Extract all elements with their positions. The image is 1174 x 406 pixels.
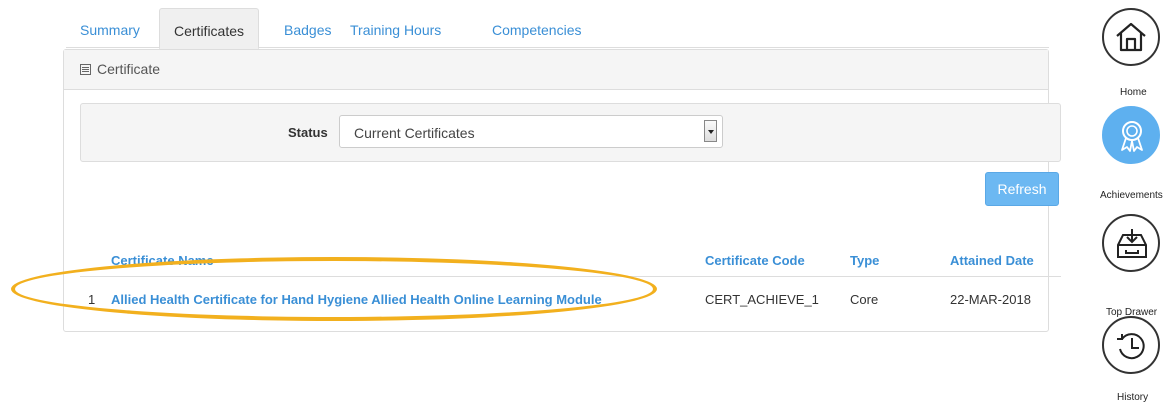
sidebar-item-achievements[interactable]: Achievements xyxy=(1100,106,1174,201)
home-icon xyxy=(1102,8,1160,66)
award-ribbon-icon xyxy=(1102,106,1160,164)
certificate-name-link[interactable]: Allied Health Certificate for Hand Hygie… xyxy=(111,292,602,307)
chevron-down-icon[interactable] xyxy=(704,120,717,142)
tab-summary[interactable]: Summary xyxy=(66,8,154,46)
column-header-certificate-name[interactable]: Certificate Name xyxy=(111,253,214,268)
column-header-certificate-code[interactable]: Certificate Code xyxy=(705,253,805,268)
sidebar-label-history: History xyxy=(1117,392,1149,403)
sidebar-item-home[interactable]: Home xyxy=(1102,8,1174,100)
header-divider xyxy=(80,276,1061,277)
tab-competencies[interactable]: Competencies xyxy=(478,8,596,46)
history-clock-icon xyxy=(1102,316,1160,374)
document-icon xyxy=(80,64,91,75)
column-header-type[interactable]: Type xyxy=(850,253,879,268)
sidebar-label-home: Home xyxy=(1120,87,1147,98)
tab-badges[interactable]: Badges xyxy=(270,8,345,46)
refresh-button[interactable]: Refresh xyxy=(985,172,1059,206)
certificate-panel: Certificate Status Current Certificates … xyxy=(63,49,1061,332)
attained-date: 22-MAR-2018 xyxy=(950,292,1031,307)
certificate-code: CERT_ACHIEVE_1 xyxy=(705,292,819,307)
sidebar-item-top-drawer[interactable]: Top Drawer xyxy=(1102,214,1174,318)
tab-bar: Summary Certificates Badges Training Hou… xyxy=(66,8,1049,49)
panel-title: Certificate xyxy=(97,61,161,77)
column-header-attained-date[interactable]: Attained Date xyxy=(950,253,1034,268)
sidebar-item-history[interactable]: History xyxy=(1102,316,1174,406)
drawer-download-icon xyxy=(1102,214,1160,272)
filter-box: Status Current Certificates xyxy=(80,103,1061,162)
tab-training-hours[interactable]: Training Hours xyxy=(336,8,455,46)
status-label: Status xyxy=(288,125,328,140)
row-index: 1 xyxy=(88,292,96,307)
sidebar-label-achievements: Achievements xyxy=(1100,190,1163,201)
status-select-value: Current Certificates xyxy=(354,125,475,141)
status-select[interactable]: Current Certificates xyxy=(339,115,723,148)
panel-header: Certificate xyxy=(64,50,1048,90)
certificate-type: Core xyxy=(850,292,879,307)
tab-certificates[interactable]: Certificates xyxy=(159,8,260,49)
